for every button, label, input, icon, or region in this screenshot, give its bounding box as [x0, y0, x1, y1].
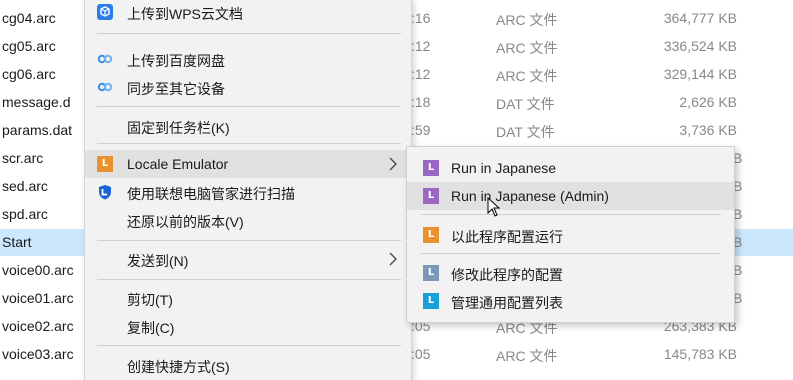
baidu-netdisk-icon — [97, 79, 113, 95]
file-date: :16 — [411, 10, 431, 26]
file-name: sed.arc — [2, 178, 48, 194]
file-name: message.d — [2, 94, 71, 110]
chevron-right-icon — [389, 252, 397, 266]
submenu-item-manage-profiles[interactable]: L 管理通用配置列表 — [407, 287, 734, 315]
submenu-item-run-japanese-admin[interactable]: L Run in Japanese (Admin) — [407, 182, 734, 210]
file-name: voice01.arc — [2, 290, 74, 306]
menu-item-label: Locale Emulator — [127, 156, 229, 172]
menu-item-create-shortcut[interactable]: 创建快捷方式(S) — [85, 351, 411, 379]
file-type: ARC 文件 — [496, 40, 558, 56]
menu-separator — [97, 33, 401, 34]
menu-item-label: 上传到WPS云文档 — [127, 6, 243, 22]
menu-item-label: 发送到(N) — [127, 253, 189, 269]
menu-separator — [97, 345, 401, 346]
menu-item-label: 同步至其它设备 — [127, 81, 225, 97]
menu-item-label: 使用联想电脑管家进行扫描 — [127, 186, 295, 202]
menu-item-copy[interactable]: 复制(C) — [85, 312, 411, 340]
file-date: :05 — [411, 346, 431, 362]
file-size: 3,736 KB — [679, 122, 737, 138]
file-name: cg04.arc — [2, 10, 56, 26]
file-size: 145,783 KB — [663, 346, 737, 362]
menu-item-label: 创建快捷方式(S) — [127, 359, 230, 375]
menu-separator — [97, 279, 401, 280]
menu-item-baidu-sync[interactable]: 同步至其它设备 — [85, 73, 411, 101]
menu-item-restore-versions[interactable]: 还原以前的版本(V) — [85, 206, 411, 234]
submenu-item-label: 修改此程序的配置 — [451, 267, 563, 283]
menu-separator — [97, 240, 401, 241]
submenu-item-label: Run in Japanese (Admin) — [451, 188, 609, 204]
menu-item-baidu-upload[interactable]: 上传到百度网盘 — [85, 45, 411, 73]
file-type: DAT 文件 — [496, 96, 555, 112]
menu-separator — [97, 106, 401, 107]
file-type: ARC 文件 — [496, 12, 558, 28]
file-name: spd.arc — [2, 206, 48, 222]
mouse-cursor-icon — [487, 196, 501, 217]
file-type: DAT 文件 — [496, 124, 555, 140]
submenu-item-run-with-profile[interactable]: L 以此程序配置运行 — [407, 221, 734, 249]
menu-separator — [97, 143, 401, 144]
submenu-item-run-japanese[interactable]: L Run in Japanese — [407, 154, 734, 182]
file-name: voice02.arc — [2, 318, 74, 334]
file-name: cg06.arc — [2, 66, 56, 82]
locale-emulator-submenu: L Run in Japanese L Run in Japanese (Adm… — [406, 146, 735, 323]
file-type: ARC 文件 — [496, 68, 558, 84]
locale-emulator-icon: L — [423, 227, 439, 243]
file-size: 364,777 KB — [663, 10, 737, 26]
submenu-item-label: 以此程序配置运行 — [451, 229, 563, 245]
menu-item-send-to[interactable]: 发送到(N) — [85, 245, 411, 273]
locale-emulator-icon: L — [423, 160, 439, 176]
menu-item-cut[interactable]: 剪切(T) — [85, 284, 411, 312]
chevron-right-icon — [389, 157, 397, 171]
lenovo-shield-icon — [97, 184, 113, 200]
locale-emulator-icon: L — [423, 188, 439, 204]
baidu-netdisk-icon — [97, 51, 113, 67]
locale-emulator-icon: L — [97, 156, 113, 172]
file-name: voice00.arc — [2, 262, 74, 278]
file-size: 329,144 KB — [663, 66, 737, 82]
menu-item-label: 复制(C) — [127, 320, 175, 336]
context-menu: 上传到WPS云文档 上传到百度网盘 同步至其它设备 固定到任务栏(K) L Lo… — [84, 0, 412, 380]
locale-emulator-icon: L — [423, 265, 439, 281]
locale-emulator-icon: L — [423, 293, 439, 309]
file-name: scr.arc — [2, 150, 44, 166]
menu-item-pin-taskbar[interactable]: 固定到任务栏(K) — [85, 112, 411, 140]
file-size: 336,524 KB — [663, 38, 737, 54]
menu-separator — [421, 214, 721, 215]
file-name: Start — [2, 234, 32, 250]
file-date: :12 — [411, 66, 431, 82]
submenu-item-label: Run in Japanese — [451, 160, 557, 176]
menu-item-lenovo-scan[interactable]: 使用联想电脑管家进行扫描 — [85, 178, 411, 206]
menu-item-label: 固定到任务栏(K) — [127, 120, 230, 136]
file-size: 2,626 KB — [679, 94, 737, 110]
menu-item-label: 剪切(T) — [127, 292, 173, 308]
menu-item-upload-wps[interactable]: 上传到WPS云文档 — [85, 0, 411, 26]
file-type: ARC 文件 — [496, 348, 558, 364]
wps-cloud-icon — [97, 4, 113, 20]
submenu-item-modify-profile[interactable]: L 修改此程序的配置 — [407, 259, 734, 287]
file-name: voice03.arc — [2, 346, 74, 362]
menu-separator — [421, 253, 721, 254]
menu-item-locale-emulator[interactable]: L Locale Emulator — [85, 150, 411, 178]
file-date: :18 — [411, 94, 431, 110]
file-name: cg05.arc — [2, 38, 56, 54]
file-date: :59 — [411, 122, 431, 138]
menu-item-label: 上传到百度网盘 — [127, 53, 225, 69]
menu-item-label: 还原以前的版本(V) — [127, 214, 244, 230]
submenu-item-label: 管理通用配置列表 — [451, 295, 563, 311]
file-date: :12 — [411, 38, 431, 54]
file-name: params.dat — [2, 122, 73, 138]
